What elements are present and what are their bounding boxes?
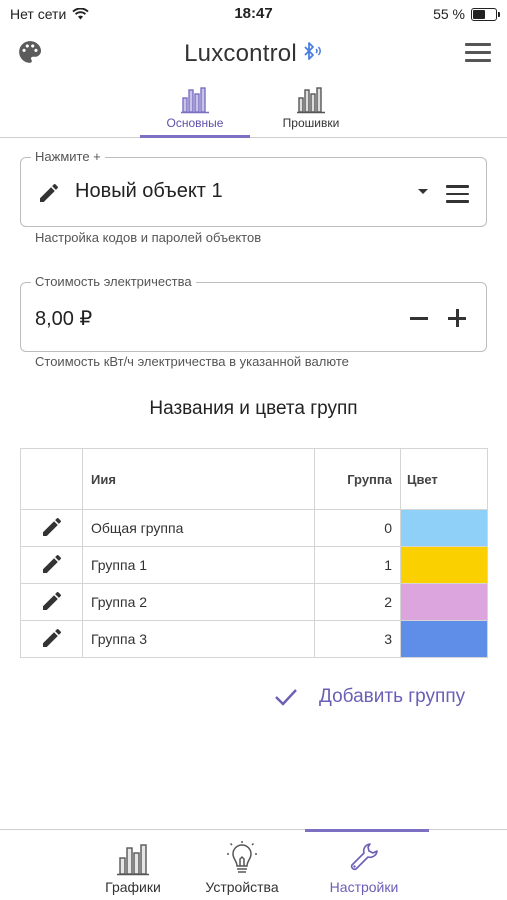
group-name: Общая группа xyxy=(82,509,315,547)
object-name: Новый объект 1 xyxy=(75,180,223,202)
table-row: Группа 33 xyxy=(20,620,488,658)
group-number: 1 xyxy=(314,546,401,584)
tab-firmware[interactable]: Прошивки xyxy=(256,80,366,137)
group-name: Группа 2 xyxy=(82,583,315,621)
pencil-icon[interactable] xyxy=(40,552,64,576)
group-number: 3 xyxy=(314,620,401,658)
groups-section-title: Названия и цвета групп xyxy=(149,398,358,419)
status-bar: Нет сети 18:47 55 % xyxy=(0,0,507,28)
check-icon xyxy=(275,689,297,706)
bluetooth-icon xyxy=(304,42,321,60)
chart-bars-icon xyxy=(297,87,325,114)
menu-button[interactable] xyxy=(465,43,491,65)
pencil-icon[interactable] xyxy=(40,515,64,539)
edit-group-button[interactable] xyxy=(20,583,83,621)
object-menu-button[interactable] xyxy=(446,185,469,208)
group-number: 2 xyxy=(314,583,401,621)
cost-value[interactable]: 8,00 ₽ xyxy=(35,306,92,331)
header-edit-cell xyxy=(20,448,83,510)
table-row: Общая группа 0 xyxy=(20,509,488,547)
wrench-icon xyxy=(350,843,378,871)
group-color-cell[interactable] xyxy=(400,583,488,621)
group-color-cell[interactable] xyxy=(400,620,488,658)
tab-active-indicator xyxy=(140,135,250,138)
tab-main[interactable]: Основные xyxy=(140,80,250,138)
status-time: 18:47 xyxy=(234,5,273,22)
chart-bars-icon xyxy=(181,87,209,114)
object-field-helper: Настройка кодов и паролей объектов xyxy=(35,230,262,245)
nav-devices-label: Устройства xyxy=(205,879,279,895)
color-swatch[interactable] xyxy=(401,510,487,546)
header-name: Иия xyxy=(82,448,315,510)
settings-tabs: Основные Прошивки xyxy=(0,80,507,138)
table-header-row: Иия Группа Цвет xyxy=(20,448,488,510)
app-title-text: Luxcontrol xyxy=(184,40,297,67)
lightbulb-icon xyxy=(227,841,257,873)
menu-icon-bar xyxy=(446,200,469,203)
status-right: 55 % xyxy=(433,6,500,22)
battery-percent: 55 % xyxy=(433,6,465,22)
menu-icon-bar xyxy=(465,59,491,62)
add-group-label: Добавить группу xyxy=(319,686,466,707)
cost-field-helper: Стоимость кВт/ч электричества в указанно… xyxy=(35,354,349,369)
cost-field-legend: Стоимость электричества xyxy=(31,274,196,289)
nav-active-indicator xyxy=(305,829,429,832)
electricity-cost-field[interactable]: Стоимость электричества 8,00 ₽ xyxy=(20,274,487,352)
pencil-icon[interactable] xyxy=(40,626,64,650)
color-swatch[interactable] xyxy=(401,547,487,583)
increment-button[interactable] xyxy=(448,309,466,327)
color-swatch[interactable] xyxy=(401,584,487,620)
chevron-down-icon[interactable] xyxy=(418,189,428,194)
group-name: Группа 1 xyxy=(82,546,315,584)
color-swatch[interactable] xyxy=(401,621,487,657)
edit-group-button[interactable] xyxy=(20,509,83,547)
app-title: Luxcontrol xyxy=(0,40,507,68)
groups-table: Иия Группа Цвет Общая группа 0 Группа 1 1 Гр… xyxy=(20,448,488,658)
nav-devices[interactable]: Устройства xyxy=(177,830,307,900)
group-name: Группа 3 xyxy=(82,620,315,658)
table-row: Группа 22 xyxy=(20,583,488,621)
edit-group-button[interactable] xyxy=(20,620,83,658)
tab-firmware-label: Прошивки xyxy=(282,116,340,130)
group-color-cell[interactable] xyxy=(400,509,488,547)
tab-main-label: Основные xyxy=(166,116,224,130)
object-field-legend: Нажмите + xyxy=(31,149,105,164)
header-color: Цвет xyxy=(400,448,488,510)
menu-icon-bar xyxy=(446,185,469,188)
nav-settings[interactable]: Настройки xyxy=(299,829,429,900)
table-row: Группа 11 xyxy=(20,546,488,584)
menu-icon-bar xyxy=(465,51,491,54)
nav-settings-label: Настройки xyxy=(329,879,399,895)
chart-bars-icon xyxy=(117,844,149,876)
object-select-field[interactable]: Нажмите + Новый объект 1 xyxy=(20,149,487,227)
menu-icon-bar xyxy=(465,43,491,46)
battery-icon xyxy=(471,7,500,21)
app-header: Luxcontrol xyxy=(0,30,507,78)
group-color-cell[interactable] xyxy=(400,546,488,584)
decrement-button[interactable] xyxy=(410,317,428,320)
header-group: Группа xyxy=(314,448,401,510)
pencil-icon[interactable] xyxy=(40,589,64,613)
bottom-navigation: Графики Устройства Настройки xyxy=(0,829,507,900)
edit-group-button[interactable] xyxy=(20,546,83,584)
add-group-button[interactable]: Добавить группу xyxy=(273,686,465,708)
menu-icon-bar xyxy=(446,192,469,195)
pencil-icon[interactable] xyxy=(37,181,61,205)
group-number: 0 xyxy=(314,509,401,547)
